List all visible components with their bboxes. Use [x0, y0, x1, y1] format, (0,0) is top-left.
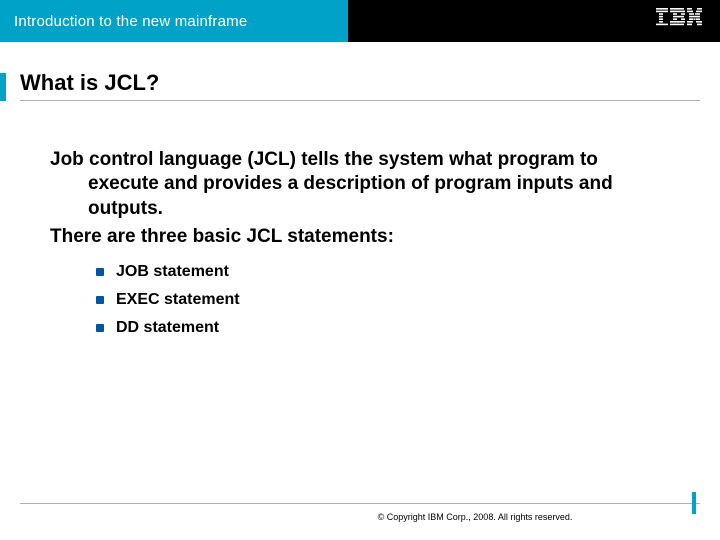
header-left: Introduction to the new mainframe [0, 0, 348, 42]
bullet-icon [96, 296, 104, 304]
slide-title: What is JCL? [20, 70, 159, 96]
paragraph-1: Job control language (JCL) tells the sys… [50, 148, 660, 221]
list-item: DD statement [96, 319, 660, 337]
bullet-label: DD statement [116, 319, 219, 337]
footer-rule [20, 503, 700, 504]
list-item: JOB statement [96, 263, 660, 281]
bullet-label: JOB statement [116, 263, 229, 281]
ibm-logo [656, 8, 702, 26]
paragraph-2: There are three basic JCL statements: [50, 225, 660, 249]
bullet-icon [96, 268, 104, 276]
slide-container: Introduction to the new mainframe [0, 0, 720, 540]
title-rule [20, 100, 700, 101]
slide-body: Job control language (JCL) tells the sys… [50, 148, 660, 347]
title-accent [0, 73, 6, 101]
bullet-list: JOB statement EXEC statement DD statemen… [50, 263, 660, 337]
copyright-text: © Copyright IBM Corp., 2008. All rights … [0, 512, 720, 522]
paragraph-1-text: Job control language (JCL) tells the sys… [50, 148, 660, 221]
bullet-icon [96, 324, 104, 332]
bullet-label: EXEC statement [116, 291, 240, 309]
footer-accent [692, 492, 696, 514]
list-item: EXEC statement [96, 291, 660, 309]
header-title: Introduction to the new mainframe [14, 13, 247, 30]
